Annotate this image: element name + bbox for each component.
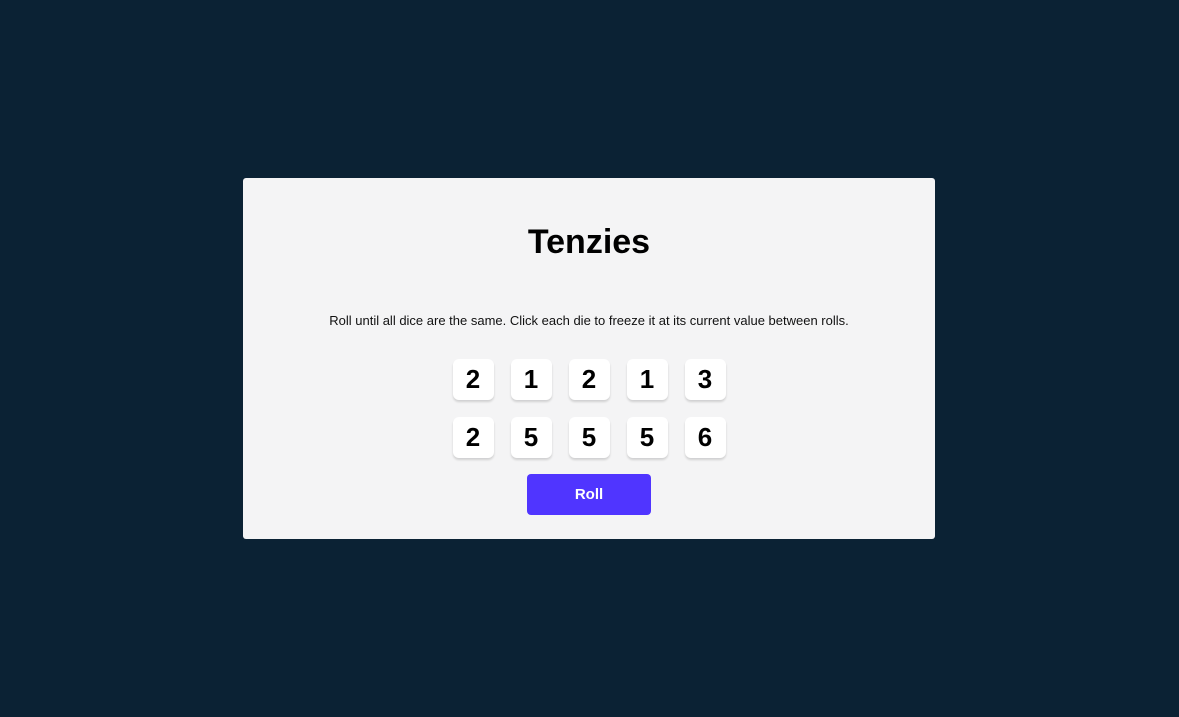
game-title: Tenzies (527, 223, 651, 261)
roll-button[interactable]: Roll (527, 474, 651, 515)
die[interactable]: 5 (626, 417, 668, 458)
die[interactable]: 2 (568, 359, 610, 400)
game-card: Tenzies Roll until all dice are the same… (243, 178, 935, 539)
die[interactable]: 6 (684, 417, 726, 458)
die[interactable]: 1 (510, 359, 552, 400)
die[interactable]: 5 (568, 417, 610, 458)
dice-grid: 2 1 2 1 3 2 5 5 5 6 (452, 359, 726, 458)
die[interactable]: 2 (452, 359, 494, 400)
game-instructions: Roll until all dice are the same. Click … (329, 313, 849, 328)
page: Tenzies Roll until all dice are the same… (0, 0, 1179, 717)
die[interactable]: 3 (684, 359, 726, 400)
die[interactable]: 2 (452, 417, 494, 458)
die[interactable]: 1 (626, 359, 668, 400)
die[interactable]: 5 (510, 417, 552, 458)
